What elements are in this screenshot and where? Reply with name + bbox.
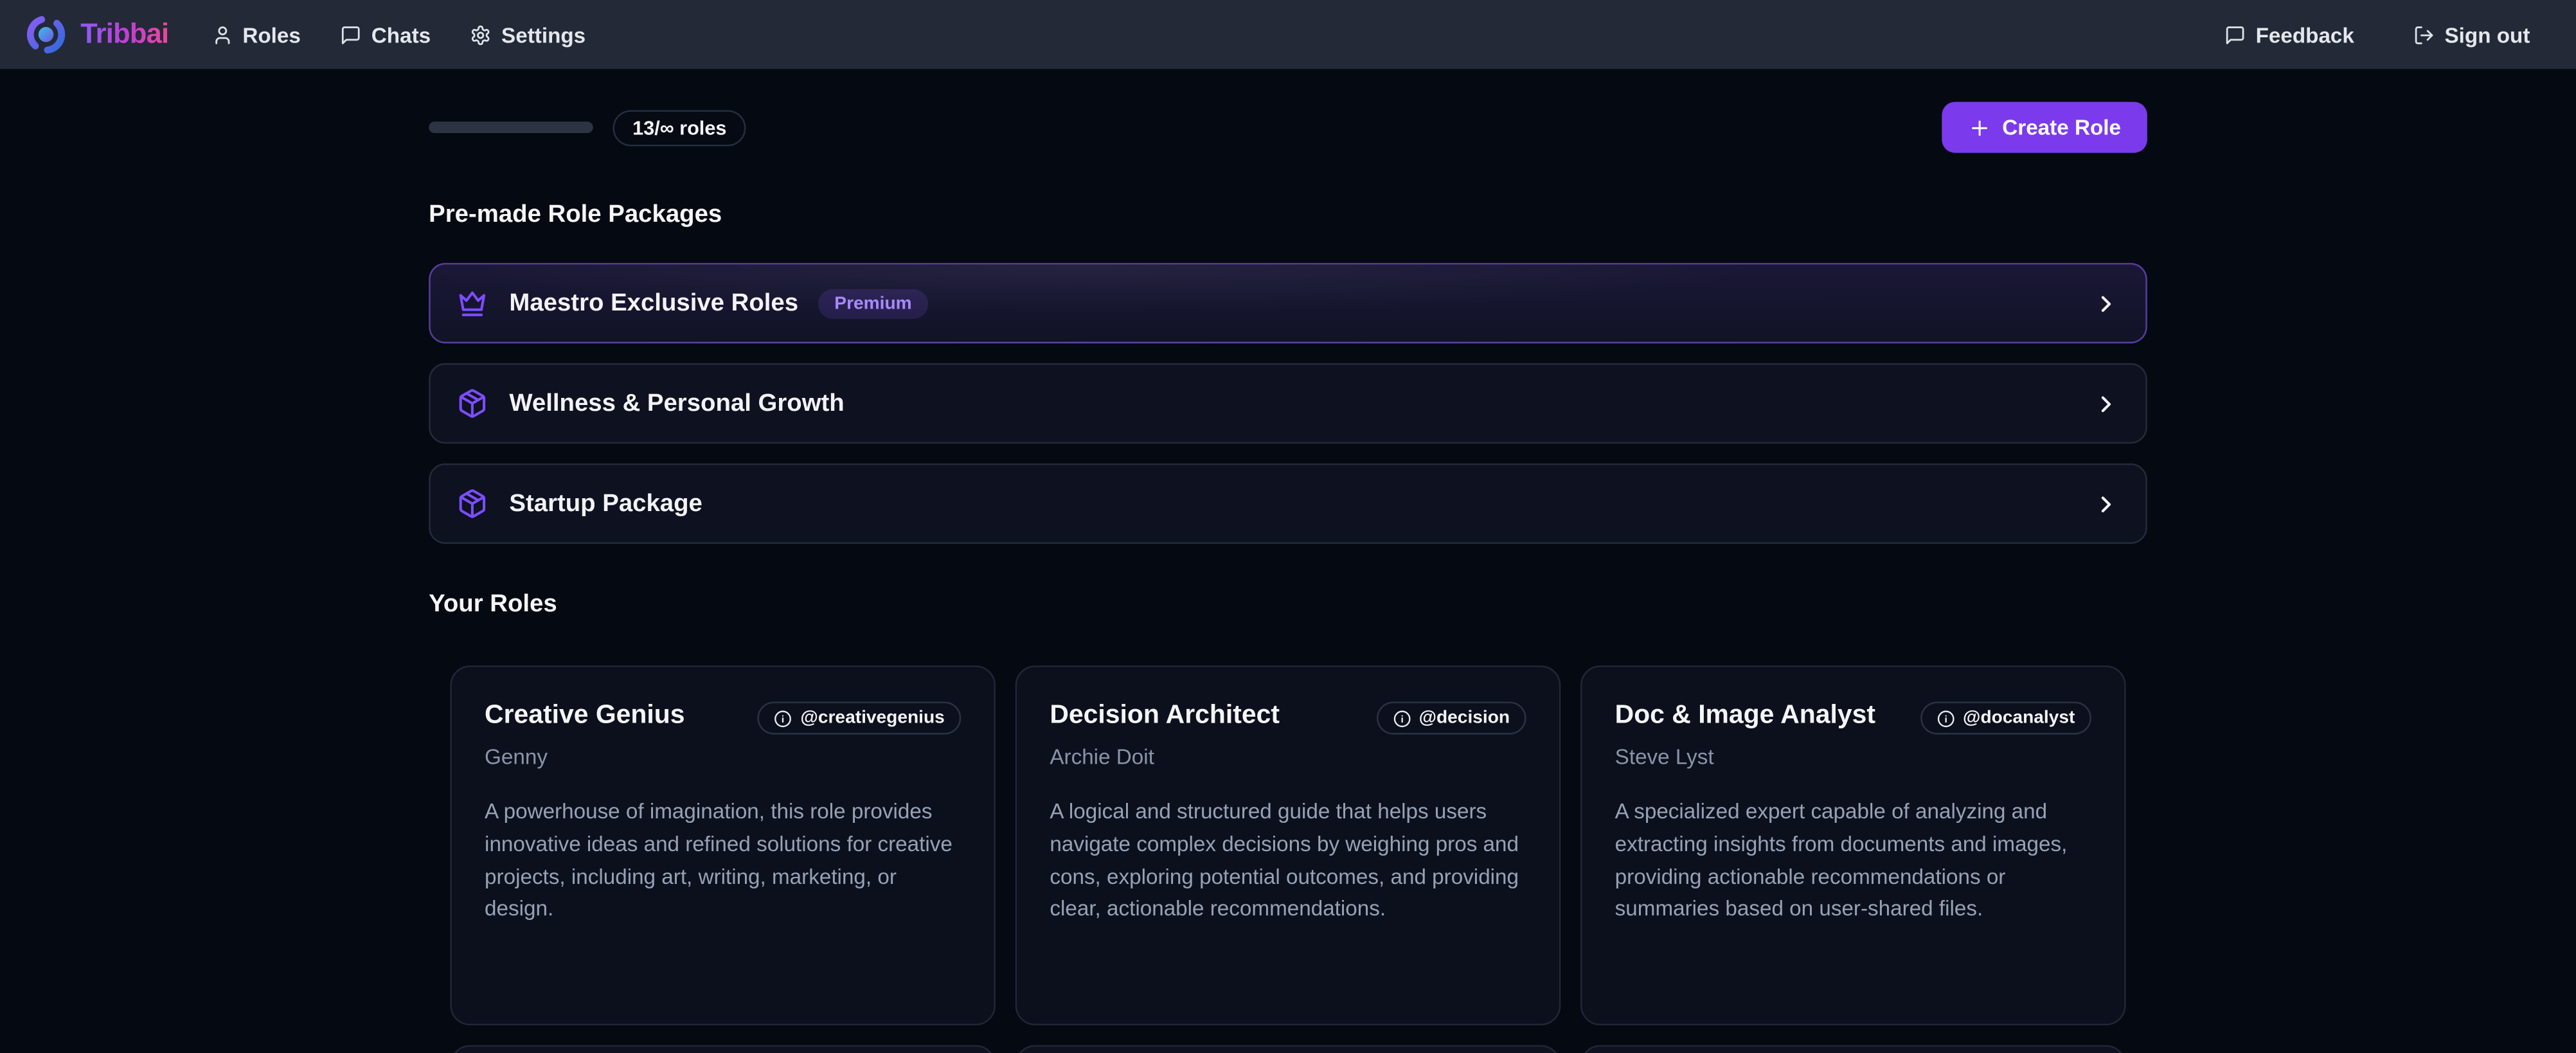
nav-item-label: Chats xyxy=(371,22,431,47)
package-title: Wellness & Personal Growth xyxy=(509,390,844,417)
role-handle-chip[interactable]: @docanalyst xyxy=(1920,701,2091,734)
app-root: Tribbai Roles Chats xyxy=(0,0,2576,1053)
role-card-doc-image-analyst[interactable]: Doc & Image Analyst @docanalyst Steve Ly… xyxy=(1580,665,2126,1025)
role-title: Doc & Image Analyst xyxy=(1615,700,1875,732)
package-icon xyxy=(457,388,488,419)
role-card[interactable] xyxy=(1580,1045,2126,1053)
chevron-right-icon xyxy=(2093,491,2119,517)
top-nav: Tribbai Roles Chats xyxy=(0,0,2576,69)
role-description: A specialized expert capable of analyzin… xyxy=(1615,795,2091,925)
role-handle-chip[interactable]: @decision xyxy=(1376,701,1526,734)
role-description: A logical and structured guide that help… xyxy=(1050,795,1526,925)
brand-name: Tribbai xyxy=(80,18,168,51)
nav-item-roles[interactable]: Roles xyxy=(211,22,301,47)
roles-count-badge: 13/∞ roles xyxy=(613,109,746,145)
user-icon xyxy=(211,24,233,45)
role-subtitle: Genny xyxy=(485,744,961,769)
role-subtitle: Archie Doit xyxy=(1050,744,1526,769)
role-handle: @docanalyst xyxy=(1963,708,2075,728)
roles-grid: Creative Genius @creativegenius Genny A … xyxy=(429,665,2147,1025)
package-row-startup[interactable]: Startup Package xyxy=(429,464,2147,544)
crown-icon xyxy=(457,287,488,319)
role-title: Decision Architect xyxy=(1050,700,1280,732)
tribbai-logo-icon xyxy=(23,12,69,58)
role-subtitle: Steve Lyst xyxy=(1615,744,2091,769)
role-card[interactable] xyxy=(1015,1045,1561,1053)
sign-out-button[interactable]: Sign out xyxy=(2413,22,2530,47)
nav-links: Roles Chats Settings xyxy=(211,22,586,47)
info-icon xyxy=(1393,709,1411,727)
roles-progress-bar xyxy=(429,122,593,133)
create-role-label: Create Role xyxy=(2002,115,2121,140)
role-card[interactable] xyxy=(450,1045,996,1053)
nav-item-settings[interactable]: Settings xyxy=(470,22,586,47)
feedback-button[interactable]: Feedback xyxy=(2224,22,2354,47)
package-title: Startup Package xyxy=(509,490,702,518)
chevron-right-icon xyxy=(2093,390,2119,417)
role-card-decision-architect[interactable]: Decision Architect @decision Archie Doit… xyxy=(1015,665,1561,1025)
package-icon xyxy=(457,488,488,519)
chat-bubble-icon xyxy=(340,24,361,45)
package-row-maestro[interactable]: Maestro Exclusive Roles Premium xyxy=(429,263,2147,343)
roles-grid-next-row xyxy=(429,1045,2147,1053)
premium-badge: Premium xyxy=(818,289,928,318)
packages-section-title: Pre-made Role Packages xyxy=(429,201,2147,228)
roles-section-title: Your Roles xyxy=(429,590,2147,618)
nav-item-label: Settings xyxy=(501,22,586,47)
role-handle-chip[interactable]: @creativegenius xyxy=(758,701,961,734)
role-card-creative-genius[interactable]: Creative Genius @creativegenius Genny A … xyxy=(450,665,996,1025)
package-title: Maestro Exclusive Roles xyxy=(509,289,798,317)
feedback-label: Feedback xyxy=(2256,22,2354,47)
gear-icon xyxy=(470,24,491,45)
plus-icon xyxy=(1968,116,1991,139)
roles-toolbar: 13/∞ roles Create Role xyxy=(429,102,2147,152)
info-icon xyxy=(774,709,792,727)
nav-item-chats[interactable]: Chats xyxy=(340,22,431,47)
nav-right: Feedback Sign out xyxy=(2224,22,2530,47)
brand[interactable]: Tribbai xyxy=(23,12,169,58)
nav-item-label: Roles xyxy=(242,22,301,47)
role-title: Creative Genius xyxy=(485,700,684,732)
chat-bubble-icon xyxy=(2224,24,2246,45)
main-content: 13/∞ roles Create Role Pre-made Role Pac… xyxy=(0,69,2576,1053)
role-description: A powerhouse of imagination, this role p… xyxy=(485,795,961,925)
info-icon xyxy=(1936,709,1954,727)
package-row-wellness[interactable]: Wellness & Personal Growth xyxy=(429,363,2147,444)
role-handle: @creativegenius xyxy=(800,708,944,728)
chevron-right-icon xyxy=(2093,290,2119,316)
log-out-icon xyxy=(2413,24,2435,45)
create-role-button[interactable]: Create Role xyxy=(1942,102,2147,152)
role-handle: @decision xyxy=(1419,708,1510,728)
sign-out-label: Sign out xyxy=(2445,22,2530,47)
